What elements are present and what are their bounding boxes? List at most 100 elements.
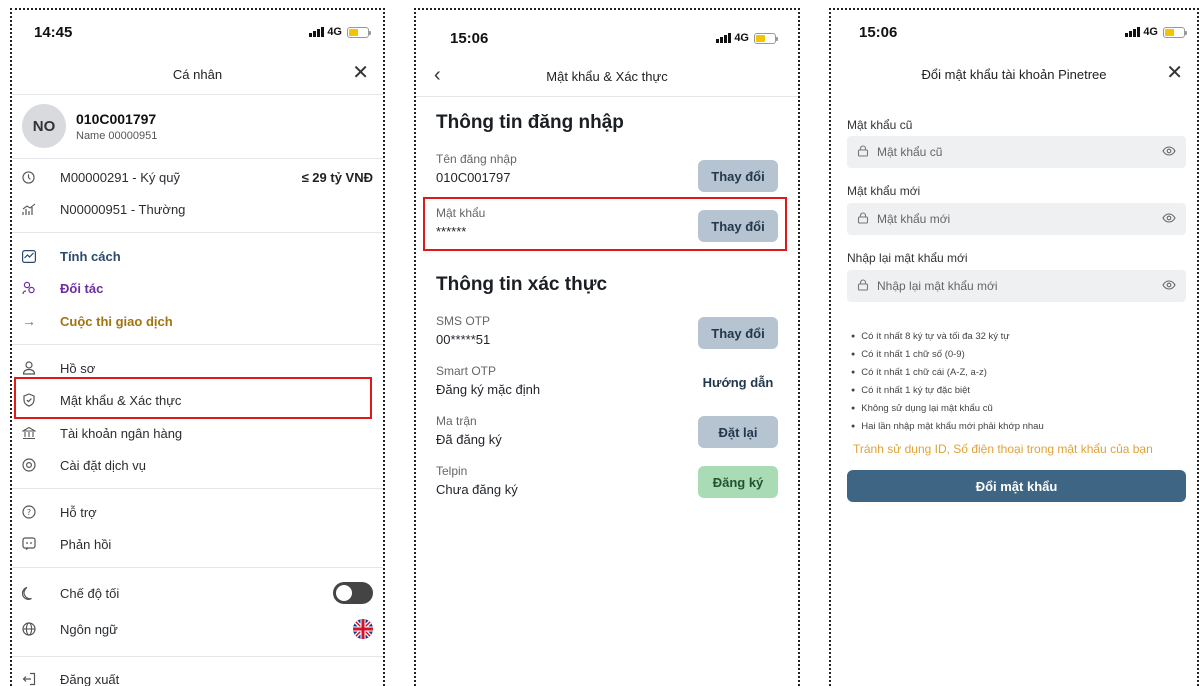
- lock-icon: [857, 278, 869, 294]
- user-icon: [22, 361, 44, 375]
- page-title: Cá nhân: [172, 66, 223, 82]
- smart-otp-guide-link[interactable]: Hướng dẫn: [698, 366, 778, 398]
- language-row[interactable]: Ngôn ngữ: [12, 614, 383, 644]
- status-bar: 15:06 4G: [831, 10, 1197, 56]
- settings-icon: [22, 458, 44, 472]
- login-section-title: Thông tin đăng nhập: [436, 112, 624, 133]
- matrix-row: Ma trận Đã đăng ký Đặt lại: [436, 414, 778, 448]
- menu-label: Chế độ tối: [60, 585, 120, 601]
- lock-icon: [857, 144, 869, 160]
- menu-item-service-settings[interactable]: Cài đặt dịch vụ: [12, 450, 383, 480]
- password-row: Mật khẩu ****** Thay đổi: [436, 206, 778, 242]
- password-rules-list: Có ít nhất 8 ký tự và tối đa 32 ký tự Có…: [851, 328, 1044, 436]
- bank-icon: [22, 426, 44, 440]
- menu-item-personality[interactable]: Tính cách: [12, 241, 383, 271]
- close-icon[interactable]: ✕: [1166, 62, 1183, 84]
- signal-icon: [716, 33, 732, 43]
- password-rule: Hai lần nhập mật khẩu mới phải khớp nhau: [851, 418, 1044, 436]
- status-indicators: 4G: [309, 26, 371, 38]
- svg-text:?: ?: [27, 508, 31, 517]
- globe-icon: [22, 622, 44, 636]
- password-rule: Có ít nhất 8 ký tự và tối đa 32 ký tự: [851, 328, 1044, 346]
- status-time: 14:45: [34, 24, 73, 41]
- partners-icon: [22, 281, 44, 295]
- account-label: M00000291 - Ký quỹ: [60, 169, 180, 185]
- menu-label: Cuộc thi giao dịch: [60, 313, 173, 329]
- network-type: 4G: [734, 32, 749, 44]
- old-password-label: Mật khẩu cũ: [847, 118, 913, 132]
- menu-label: Tài khoản ngân hàng: [60, 425, 183, 441]
- change-sms-button[interactable]: Thay đổi: [698, 317, 778, 349]
- change-password-submit-button[interactable]: Đổi mật khẩu: [847, 470, 1186, 502]
- status-indicators: 4G: [716, 32, 778, 44]
- logout-row[interactable]: Đăng xuất: [12, 664, 383, 686]
- menu-item-profile[interactable]: Hồ sơ: [12, 353, 383, 383]
- status-bar: 15:06 4G: [416, 10, 798, 56]
- clock-icon: [22, 170, 44, 184]
- reset-matrix-button[interactable]: Đặt lại: [698, 416, 778, 448]
- uk-flag-icon[interactable]: [353, 619, 373, 639]
- confirm-password-field[interactable]: Nhập lại mật khẩu mới: [847, 270, 1186, 302]
- signal-icon: [1125, 27, 1141, 37]
- divider: [12, 567, 383, 568]
- logout-icon: [22, 672, 44, 686]
- personal-screen: 14:45 4G Cá nhân ✕ NO 010C001797 Name 00…: [10, 8, 385, 686]
- account-row-normal[interactable]: N00000951 - Thường: [12, 194, 383, 224]
- close-icon[interactable]: ✕: [352, 62, 369, 84]
- old-password-placeholder: Mật khẩu cũ: [877, 145, 943, 159]
- account-name: Name 00000951: [76, 129, 158, 142]
- page-title: Đổi mật khẩu tài khoản Pinetree: [921, 66, 1107, 82]
- menu-item-support[interactable]: ? Hỗ trợ: [12, 497, 383, 527]
- password-warning: Tránh sử dụng ID, Số điện thoại trong mậ…: [853, 442, 1153, 456]
- account-row-margin[interactable]: M00000291 - Ký quỹ ≤ 29 tỷ VNĐ: [12, 162, 383, 192]
- status-indicators: 4G: [1125, 26, 1187, 38]
- battery-icon: [347, 26, 371, 38]
- sms-otp-row: SMS OTP 00*****51 Thay đổi: [436, 314, 778, 349]
- menu-item-feedback[interactable]: Phản hồi: [12, 529, 383, 559]
- back-arrow-icon[interactable]: ‹: [434, 64, 441, 86]
- status-time: 15:06: [859, 24, 898, 41]
- register-telpin-button[interactable]: Đăng ký: [698, 466, 778, 498]
- signal-icon: [309, 27, 325, 37]
- eye-icon[interactable]: [1162, 279, 1176, 293]
- shield-icon: [22, 393, 44, 407]
- lock-icon: [857, 211, 869, 227]
- auth-header: ‹ Mật khẩu & Xác thực: [416, 58, 798, 94]
- auth-screen: 15:06 4G ‹ Mật khẩu & Xác thực Thông tin…: [414, 8, 800, 686]
- menu-label: Đăng xuất: [60, 671, 120, 686]
- verify-section-title: Thông tin xác thực: [436, 274, 608, 295]
- dark-mode-row: Chế độ tối: [12, 578, 383, 608]
- old-password-field[interactable]: Mật khẩu cũ: [847, 136, 1186, 168]
- eye-icon[interactable]: [1162, 212, 1176, 226]
- password-rule: Có ít nhất 1 chữ số (0-9): [851, 346, 1044, 364]
- eye-icon[interactable]: [1162, 145, 1176, 159]
- page-title: Mật khẩu & Xác thực: [546, 68, 668, 84]
- menu-label: Đối tác: [60, 280, 104, 296]
- feedback-icon: [22, 537, 44, 551]
- new-password-field[interactable]: Mật khẩu mới: [847, 203, 1186, 235]
- change-username-button[interactable]: Thay đổi: [698, 160, 778, 192]
- menu-label: Tính cách: [60, 248, 121, 264]
- help-icon: ?: [22, 505, 44, 519]
- telpin-row: Telpin Chưa đăng ký Đăng ký: [436, 464, 778, 498]
- profile-card[interactable]: NO 010C001797 Name 00000951: [22, 104, 157, 148]
- menu-label: Hồ sơ: [60, 360, 96, 376]
- chart-box-icon: [22, 249, 44, 263]
- password-rule: Có ít nhất 1 chữ cái (A-Z, a-z): [851, 364, 1044, 382]
- smart-otp-row: Smart OTP Đăng ký mặc định Hướng dẫn: [436, 364, 778, 397]
- change-password-button[interactable]: Thay đổi: [698, 210, 778, 242]
- menu-item-bank-account[interactable]: Tài khoản ngân hàng: [12, 418, 383, 448]
- account-id: 010C001797: [76, 110, 157, 127]
- menu-item-password-auth[interactable]: Mật khẩu & Xác thực: [12, 385, 383, 415]
- moon-icon: [22, 586, 44, 600]
- divider: [416, 96, 798, 97]
- divider: [12, 656, 383, 657]
- username-row: Tên đăng nhập 010C001797 Thay đổi: [436, 152, 778, 192]
- new-password-label: Mật khẩu mới: [847, 184, 921, 198]
- menu-item-trading-contest[interactable]: → Cuộc thi giao dịch: [12, 306, 383, 336]
- dark-mode-toggle[interactable]: [333, 582, 373, 604]
- status-time: 15:06: [450, 30, 489, 47]
- chart-icon: [22, 203, 44, 216]
- menu-item-partners[interactable]: Đối tác: [12, 273, 383, 303]
- divider: [12, 94, 383, 95]
